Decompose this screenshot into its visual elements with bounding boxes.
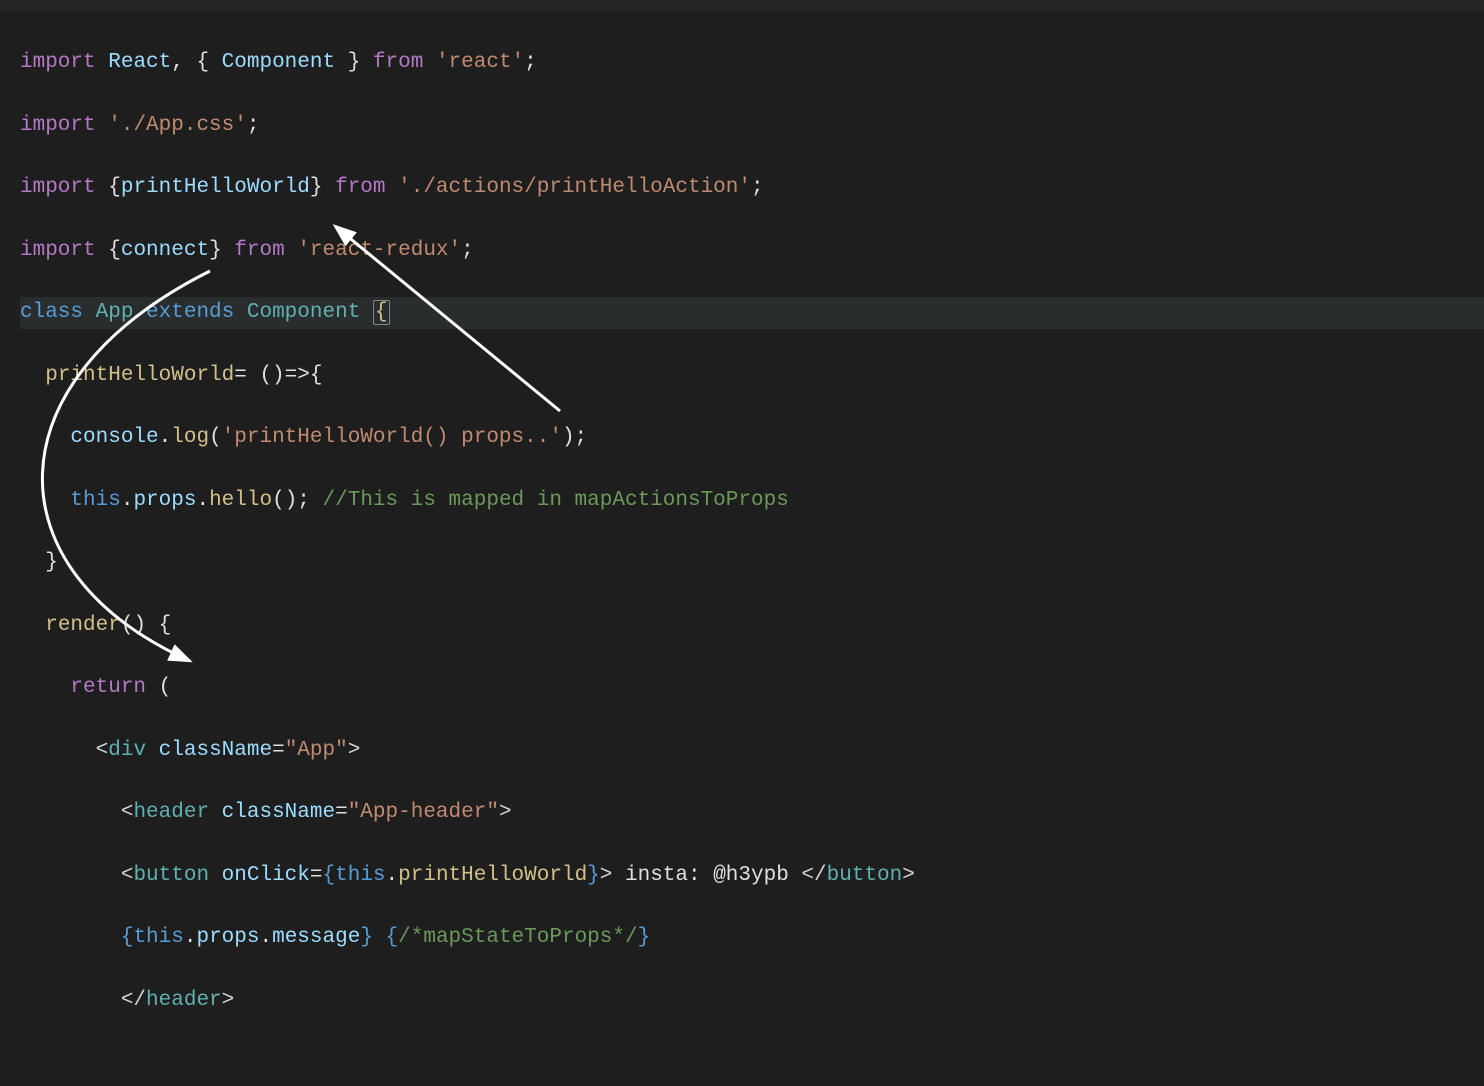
code-line: import React, { Component } from 'react'… <box>20 47 1484 78</box>
code-line: {this.props.message} {/*mapStateToProps*… <box>20 922 1484 953</box>
code-line: console.log('printHelloWorld() props..')… <box>20 422 1484 453</box>
brace-match-icon: { <box>373 300 390 325</box>
code-line: import {connect} from 'react-redux'; <box>20 235 1484 266</box>
code-line: printHelloWorld= ()=>{ <box>20 360 1484 391</box>
code-line <box>20 1047 1484 1078</box>
tab-bar <box>0 0 1484 11</box>
code-line: <header className="App-header"> <box>20 797 1484 828</box>
code-line: this.props.hello(); //This is mapped in … <box>20 485 1484 516</box>
code-editor[interactable]: import React, { Component } from 'react'… <box>0 11 1484 1086</box>
code-line: return ( <box>20 672 1484 703</box>
code-line-current: class App extends Component { <box>20 297 1484 328</box>
code-line: import './App.css'; <box>20 110 1484 141</box>
code-line: <button onClick={this.printHelloWorld}> … <box>20 860 1484 891</box>
code-line: </header> <box>20 985 1484 1016</box>
code-line: render() { <box>20 610 1484 641</box>
code-line: import {printHelloWorld} from './actions… <box>20 172 1484 203</box>
code-line: } <box>20 547 1484 578</box>
code-line: <div className="App"> <box>20 735 1484 766</box>
